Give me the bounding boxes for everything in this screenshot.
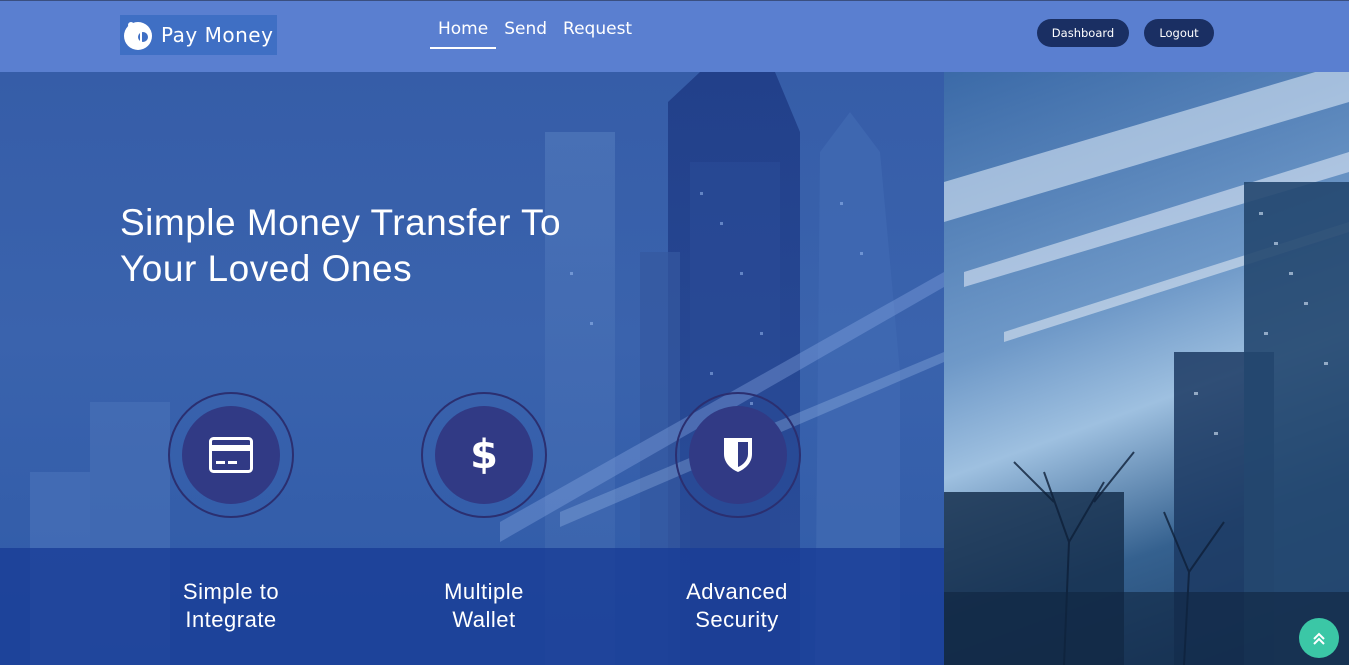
pay-money-logo-icon <box>122 19 154 51</box>
double-chevron-up-icon <box>1313 632 1325 645</box>
feature-wallet-label: Multiple Wallet <box>444 579 524 632</box>
feature-wallet-circle: $ <box>421 392 547 518</box>
hero-title-line-1: Simple Money Transfer To <box>120 202 562 243</box>
city-photo-panel <box>944 72 1349 665</box>
logout-button[interactable]: Logout <box>1144 19 1214 47</box>
hero-title: Simple Money Transfer To Your Loved Ones <box>120 200 640 292</box>
hero-section: Simple Money Transfer To Your Loved Ones… <box>0 72 944 665</box>
shield-icon <box>724 438 752 472</box>
nav-request[interactable]: Request <box>555 19 640 49</box>
main-nav: Home Send Request <box>430 19 640 49</box>
feature-integrate-circle <box>168 392 294 518</box>
dollar-icon: $ <box>470 432 498 478</box>
dashboard-button[interactable]: Dashboard <box>1037 19 1129 47</box>
nav-home[interactable]: Home <box>430 19 497 49</box>
city-lights-photo <box>944 72 1349 665</box>
top-navbar: Pay Money Home Send Request Dashboard Lo… <box>0 0 1349 72</box>
brand-logo[interactable]: Pay Money <box>120 15 277 55</box>
brand-name: Pay Money <box>161 23 274 47</box>
feature-security-circle <box>675 392 801 518</box>
feature-integrate-label: Simple to Integrate <box>182 579 280 632</box>
hero-title-line-2: Your Loved Ones <box>120 248 413 289</box>
feature-security-label: Advanced Security <box>686 579 788 632</box>
nav-send[interactable]: Send <box>496 19 555 49</box>
scroll-to-top-button[interactable] <box>1299 618 1339 658</box>
credit-card-icon <box>209 437 253 473</box>
